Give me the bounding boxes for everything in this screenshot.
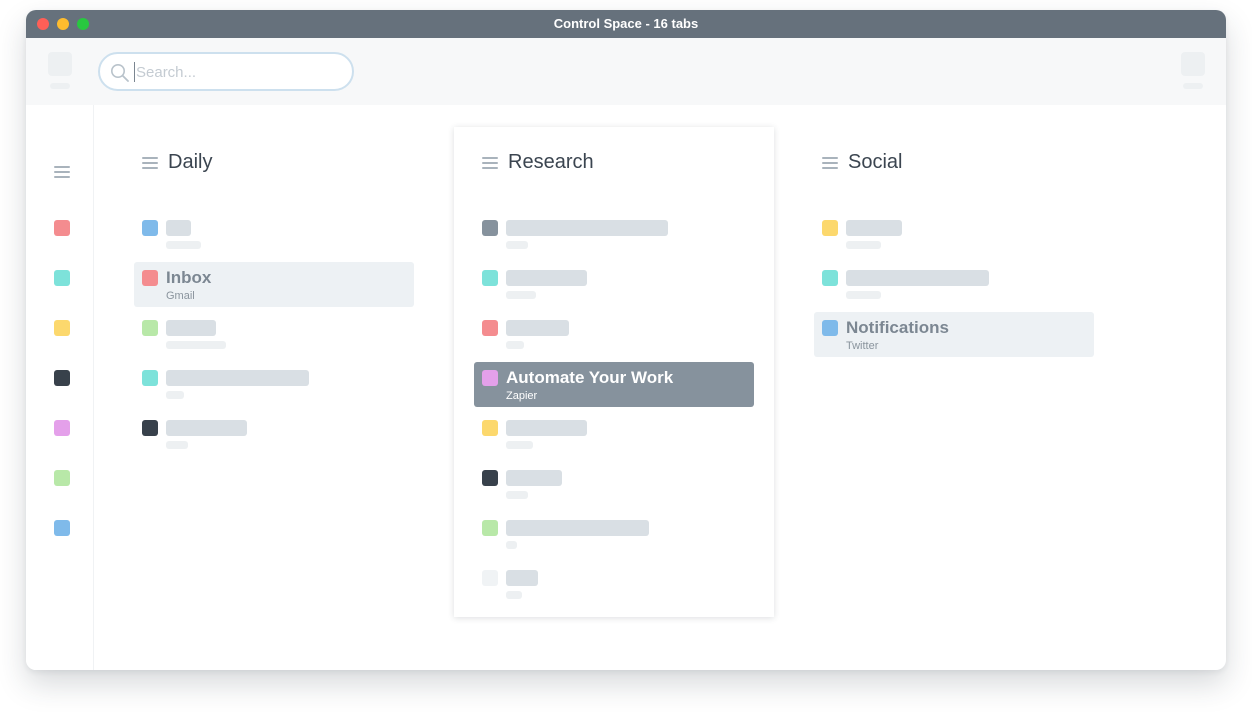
column-menu-icon[interactable]: [822, 157, 838, 169]
tab-item[interactable]: [134, 412, 414, 457]
tab-item[interactable]: [474, 212, 754, 257]
tab-color-tag: [482, 520, 498, 536]
tab-color-tag: [482, 220, 498, 236]
sidebar-color-tag[interactable]: [54, 520, 70, 536]
tab-title-placeholder: [166, 370, 309, 386]
search-box[interactable]: [98, 52, 354, 91]
tab-color-tag: [822, 320, 838, 336]
tab-title-placeholder: [846, 220, 902, 236]
column-daily: Daily Inbox Gmail: [114, 127, 434, 617]
tab-item[interactable]: Notifications Twitter: [814, 312, 1094, 357]
tab-subtitle-placeholder: [506, 591, 522, 599]
tab-color-tag: [822, 220, 838, 236]
tab-item[interactable]: [474, 262, 754, 307]
tab-item[interactable]: [814, 212, 1094, 257]
sidebar-color-tag[interactable]: [54, 220, 70, 236]
tab-item[interactable]: Automate Your Work Zapier: [474, 362, 754, 407]
sidebar-color-tag[interactable]: [54, 270, 70, 286]
tab-subtitle: Zapier: [506, 390, 538, 402]
tab-color-tag: [142, 320, 158, 336]
tab-title-placeholder: [506, 520, 649, 536]
tab-title-placeholder: [846, 270, 989, 286]
tab-color-tag: [142, 370, 158, 386]
column-title: Research: [508, 151, 594, 173]
sidebar-color-tag[interactable]: [54, 420, 70, 436]
tab-title-placeholder: [166, 420, 247, 436]
sidebar: [26, 105, 94, 670]
tab-title-placeholder: [506, 470, 562, 486]
tab-item[interactable]: [134, 362, 414, 407]
column-social: Social Notifications Twitter: [794, 127, 1114, 617]
toolbar: [26, 38, 1226, 105]
toolbar-right-placeholder-icon[interactable]: [1181, 52, 1205, 76]
toolbar-left-placeholder-icon[interactable]: [48, 52, 72, 76]
tab-title-placeholder: [506, 220, 668, 236]
column-research: Research Automate Your Work Zapier: [454, 127, 774, 617]
tab-subtitle-placeholder: [506, 241, 528, 249]
window-title: Control Space - 16 tabs: [553, 16, 699, 31]
tab-item[interactable]: [134, 312, 414, 357]
tab-subtitle-placeholder: [506, 441, 533, 449]
sidebar-color-tag[interactable]: [54, 320, 70, 336]
tab-color-tag: [142, 420, 158, 436]
toolbar-right-placeholder-label: [1183, 83, 1203, 89]
tab-color-tag: [482, 420, 498, 436]
sidebar-color-tag[interactable]: [54, 370, 70, 386]
tab-subtitle-placeholder: [166, 391, 184, 399]
tab-subtitle-placeholder: [166, 441, 188, 449]
tab-color-tag: [482, 570, 498, 586]
search-icon: [111, 64, 129, 82]
tab-subtitle-placeholder: [506, 491, 528, 499]
tab-color-tag: [482, 270, 498, 286]
tab-title-placeholder: [506, 420, 587, 436]
app-window: Control Space - 16 tabs Daily Inbox Gmail…: [26, 10, 1226, 670]
tab-color-tag: [482, 370, 498, 386]
column-menu-icon[interactable]: [142, 157, 158, 169]
column-menu-icon[interactable]: [482, 157, 498, 169]
tab-color-tag: [142, 270, 158, 286]
tab-item[interactable]: Inbox Gmail: [134, 262, 414, 307]
tab-subtitle-placeholder: [166, 341, 226, 349]
search-input[interactable]: [134, 62, 334, 82]
tab-item[interactable]: [814, 262, 1094, 307]
column-title: Daily: [168, 151, 213, 173]
tab-item[interactable]: [474, 312, 754, 357]
tab-subtitle: Gmail: [166, 290, 195, 302]
tab-color-tag: [822, 270, 838, 286]
tab-title: Inbox: [166, 268, 212, 287]
tab-title-placeholder: [166, 220, 191, 236]
tab-title: Automate Your Work: [506, 368, 674, 387]
title-bar: Control Space - 16 tabs: [26, 10, 1226, 38]
column-title: Social: [848, 151, 903, 173]
tab-color-tag: [482, 470, 498, 486]
tab-subtitle-placeholder: [846, 291, 881, 299]
sidebar-menu-icon[interactable]: [54, 166, 70, 178]
tab-title-placeholder: [166, 320, 216, 336]
tab-title: Notifications: [846, 318, 949, 337]
tab-color-tag: [142, 220, 158, 236]
tab-item[interactable]: [474, 462, 754, 507]
tab-title-placeholder: [506, 270, 587, 286]
tab-subtitle-placeholder: [506, 341, 524, 349]
tab-item[interactable]: [474, 512, 754, 557]
tab-subtitle: Twitter: [846, 340, 879, 352]
tab-subtitle-placeholder: [166, 241, 201, 249]
tab-item[interactable]: [474, 562, 754, 607]
toolbar-left-placeholder-label: [50, 83, 70, 89]
tab-item[interactable]: [134, 212, 414, 257]
sidebar-color-tag[interactable]: [54, 470, 70, 486]
tab-color-tag: [482, 320, 498, 336]
tab-subtitle-placeholder: [846, 241, 881, 249]
tab-title-placeholder: [506, 320, 569, 336]
tab-item[interactable]: [474, 412, 754, 457]
tab-subtitle-placeholder: [506, 291, 536, 299]
tab-subtitle-placeholder: [506, 541, 517, 549]
tab-title-placeholder: [506, 570, 538, 586]
